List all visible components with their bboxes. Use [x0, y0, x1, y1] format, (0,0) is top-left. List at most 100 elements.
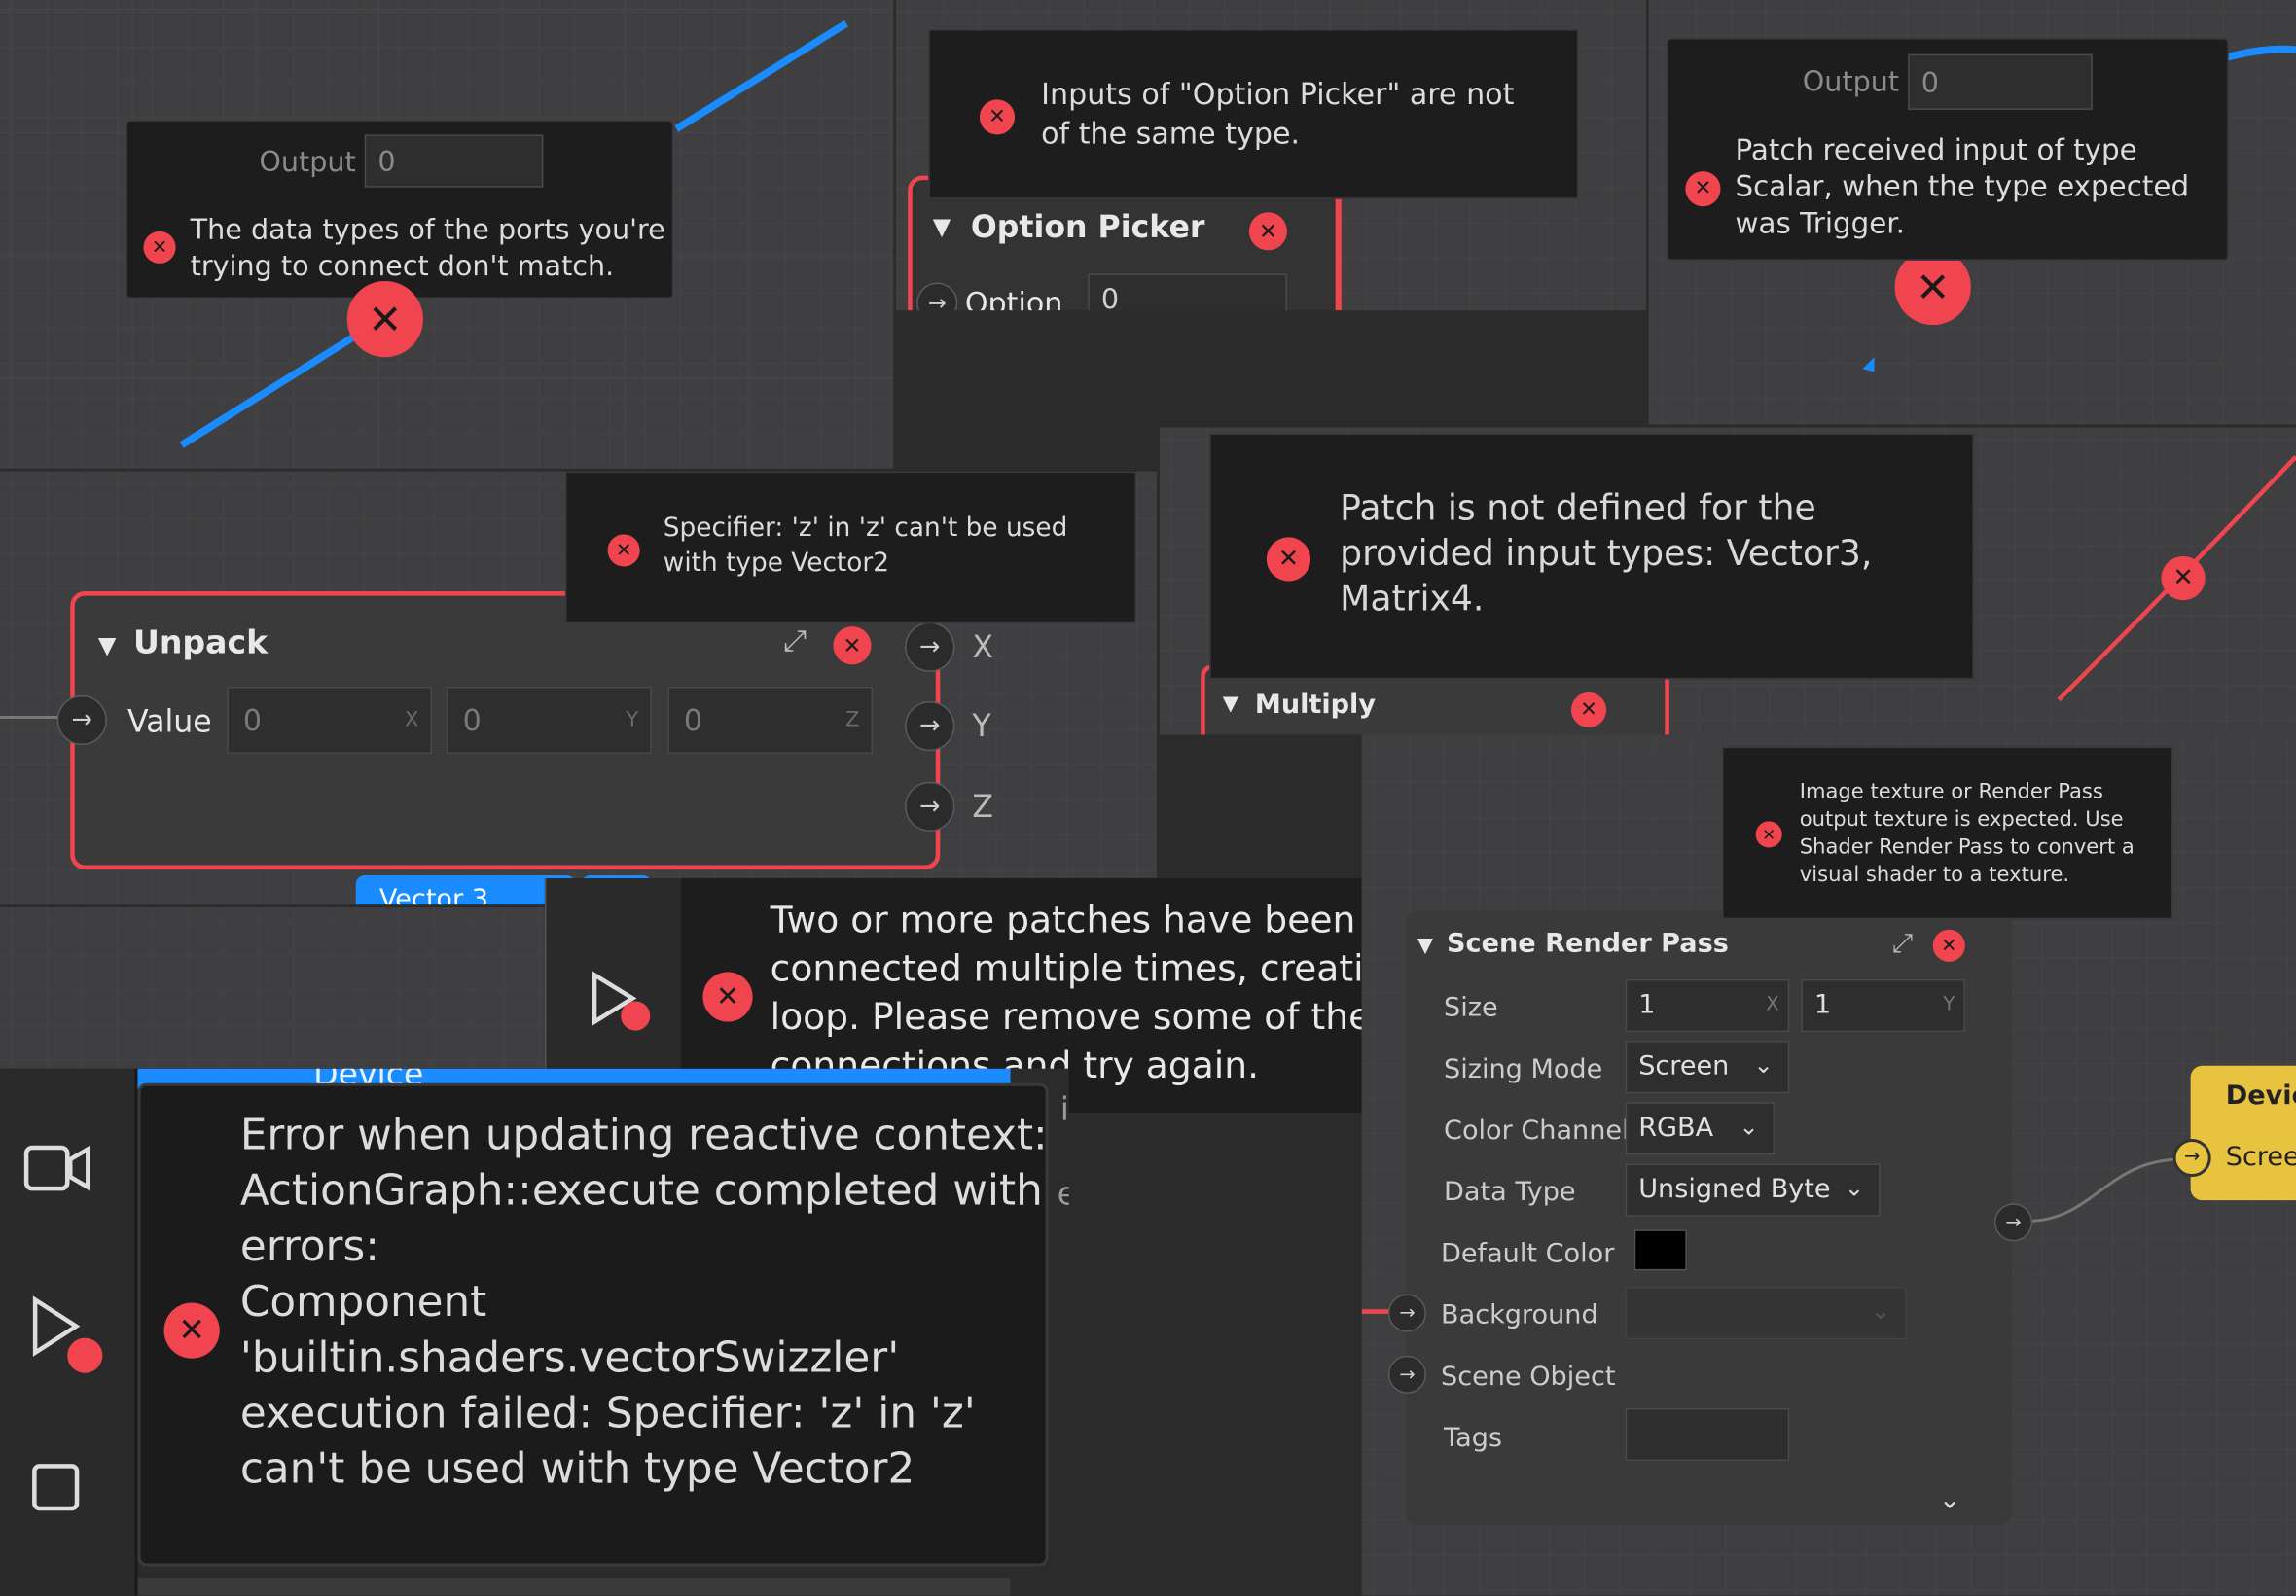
- error-message-line-3: was Trigger.: [1735, 206, 1906, 240]
- chevron-down-icon: ⌄: [1739, 1112, 1759, 1141]
- error-line-5: 'builtin.shaders.vectorSwizzler': [239, 1331, 900, 1382]
- background-label: Background: [1441, 1299, 1598, 1331]
- dropdown-value: Unsigned Byte: [1638, 1174, 1831, 1205]
- broken-link-icon[interactable]: ✕: [2161, 555, 2206, 601]
- canvas-panel-7b: Device ialLightO e ✕ Error when updating…: [0, 1068, 1069, 1596]
- color-swatch[interactable]: [1633, 1229, 1687, 1271]
- sizing-mode-dropdown[interactable]: Screen ⌄: [1625, 1041, 1790, 1094]
- field-value: 0: [462, 702, 482, 738]
- field-value: 1: [1638, 989, 1656, 1021]
- chevron-down-icon: ⌄: [1870, 1296, 1891, 1326]
- field-axis: Y: [626, 708, 639, 732]
- field-axis: Z: [845, 708, 860, 732]
- output-label: Output: [259, 146, 356, 179]
- field-value: 0: [242, 702, 263, 738]
- error-icon: ✕: [163, 1302, 220, 1359]
- canvas-panel-3: ✕ Output 0 ✕ Patch received input of typ…: [1648, 0, 2296, 425]
- tooltip-line-2: output texture is expected. Use: [1799, 807, 2124, 832]
- error-icon: ✕: [143, 231, 176, 264]
- collapse-caret-icon[interactable]: ▼: [1223, 692, 1238, 716]
- type-selector-tab[interactable]: Vector 3: [355, 875, 576, 905]
- device-node[interactable]: Devic → Scree: [2172, 1065, 2296, 1201]
- chevron-down-icon: ⌄: [1753, 1050, 1774, 1080]
- error-message-line-1: Specifier: 'z' in 'z' can't be used: [663, 514, 1068, 544]
- expand-more-icon[interactable]: ⌄: [1939, 1484, 1961, 1515]
- field-value: 1: [1813, 989, 1832, 1021]
- option-input-port[interactable]: →: [916, 282, 958, 311]
- y-output-port[interactable]: →: [905, 700, 955, 752]
- error-tooltip: Output 0 ✕ Patch received input of type …: [1666, 38, 2229, 261]
- error-icon: ✕: [1266, 537, 1311, 582]
- data-type-dropdown[interactable]: Unsigned Byte ⌄: [1625, 1163, 1881, 1217]
- node-error-icon[interactable]: ✕: [1248, 212, 1287, 251]
- error-message-line-2: connected multiple times, creatin: [770, 946, 1362, 990]
- output-value: 0: [377, 146, 396, 179]
- unpack-node[interactable]: ▼ Unpack ⤢ ✕ → Value 0 X 0 Y 0 Z: [56, 591, 941, 870]
- value-field-z[interactable]: 0 Z: [667, 686, 874, 755]
- collapse-caret-icon[interactable]: ▼: [933, 212, 951, 240]
- output-field[interactable]: 0: [364, 134, 544, 188]
- background-dropdown[interactable]: ⌄: [1625, 1286, 1907, 1340]
- z-output-port[interactable]: →: [905, 781, 955, 832]
- play-record-icon[interactable]: [589, 966, 653, 1031]
- canvas-panel-1: Output 0 ✕ The data types of the ports y…: [0, 0, 894, 469]
- error-tooltip: ✕ Patch is not defined for the provided …: [1209, 433, 1974, 680]
- camera-icon[interactable]: [23, 1142, 90, 1194]
- expand-icon[interactable]: ⤢: [783, 622, 807, 657]
- grid-dots: [0, 907, 545, 1069]
- node-title: Multiply: [1254, 689, 1376, 721]
- data-type-label: Data Type: [1444, 1177, 1576, 1208]
- color-channel-dropdown[interactable]: RGBA ⌄: [1625, 1102, 1776, 1155]
- error-line-1: Error when updating reactive context:: [239, 1109, 1048, 1160]
- field-axis: X: [1766, 993, 1779, 1016]
- tooltip-line-3: Shader Render Pass to convert a: [1799, 835, 2135, 860]
- canvas-panel-5: ✕ ▼ Multiply ✕ ✕ Patch is not defined fo…: [1160, 427, 2296, 735]
- type-label: Vector 3: [378, 884, 488, 905]
- chevron-down-icon: ⌄: [1844, 1174, 1864, 1202]
- node-title: Option Picker: [970, 209, 1205, 245]
- option-field[interactable]: 0: [1088, 273, 1287, 311]
- device-title: Devic: [2225, 1080, 2296, 1112]
- error-line-7: can't be used with type Vector2: [239, 1443, 915, 1494]
- error-message-line-1: Inputs of "Option Picker" are not: [1041, 76, 1515, 112]
- tags-input[interactable]: [1625, 1407, 1790, 1462]
- expand-icon[interactable]: ⤢: [1892, 928, 1914, 959]
- error-message-line-2: of the same type.: [1041, 115, 1301, 152]
- value-field-x[interactable]: 0 X: [227, 686, 433, 755]
- background-text-2: e: [1058, 1177, 1069, 1214]
- input-wire[interactable]: [0, 715, 59, 720]
- collapse-caret-icon[interactable]: ▼: [1417, 934, 1433, 957]
- play-record-icon[interactable]: [29, 1295, 108, 1376]
- error-tooltip: ✕ Image texture or Render Pass output te…: [1721, 746, 2173, 920]
- error-message-line-2: Scalar, when the type expected: [1735, 169, 2190, 204]
- broken-link-icon[interactable]: ✕: [346, 280, 423, 358]
- node-error-icon[interactable]: ✕: [833, 626, 872, 665]
- value-field-y[interactable]: 0 Y: [447, 686, 652, 755]
- x-output-port[interactable]: →: [905, 621, 955, 672]
- background-input-port[interactable]: →: [1387, 1294, 1426, 1332]
- canvas-panel-8: ▼ Scene Render Pass ⤢ ✕ Size 1 X 1 Y Siz…: [1361, 734, 2296, 1596]
- screen-input-port[interactable]: →: [2172, 1138, 2211, 1178]
- value-input-port[interactable]: →: [56, 694, 107, 746]
- background-text: ialLightO: [1059, 1091, 1069, 1129]
- size-label: Size: [1444, 992, 1498, 1024]
- y-output-label: Y: [972, 708, 991, 744]
- scene-object-label: Scene Object: [1441, 1361, 1616, 1393]
- scene-object-input-port[interactable]: →: [1387, 1355, 1426, 1394]
- node-error-icon[interactable]: ✕: [1570, 692, 1607, 728]
- output-field[interactable]: 0: [1908, 53, 2093, 110]
- collapse-caret-icon[interactable]: ▼: [98, 631, 117, 659]
- error-line-3: errors:: [239, 1221, 379, 1271]
- field-axis: Y: [1943, 993, 1955, 1016]
- texture-output-port[interactable]: →: [1993, 1203, 2033, 1242]
- field-axis: X: [405, 708, 419, 732]
- size-y-field[interactable]: 1 Y: [1801, 978, 1965, 1033]
- error-line-4: Component: [239, 1276, 487, 1327]
- scene-render-pass-node[interactable]: ▼ Scene Render Pass ⤢ ✕ Size 1 X 1 Y Siz…: [1387, 910, 2013, 1526]
- size-x-field[interactable]: 1 X: [1625, 978, 1790, 1033]
- stop-icon[interactable]: [32, 1464, 80, 1511]
- node-error-icon[interactable]: ✕: [1932, 929, 1965, 962]
- tooltip-line-1: Image texture or Render Pass: [1799, 780, 2103, 804]
- error-line-6: execution failed: Specifier: 'z' in 'z': [239, 1387, 976, 1438]
- z-output-label: Z: [972, 789, 994, 825]
